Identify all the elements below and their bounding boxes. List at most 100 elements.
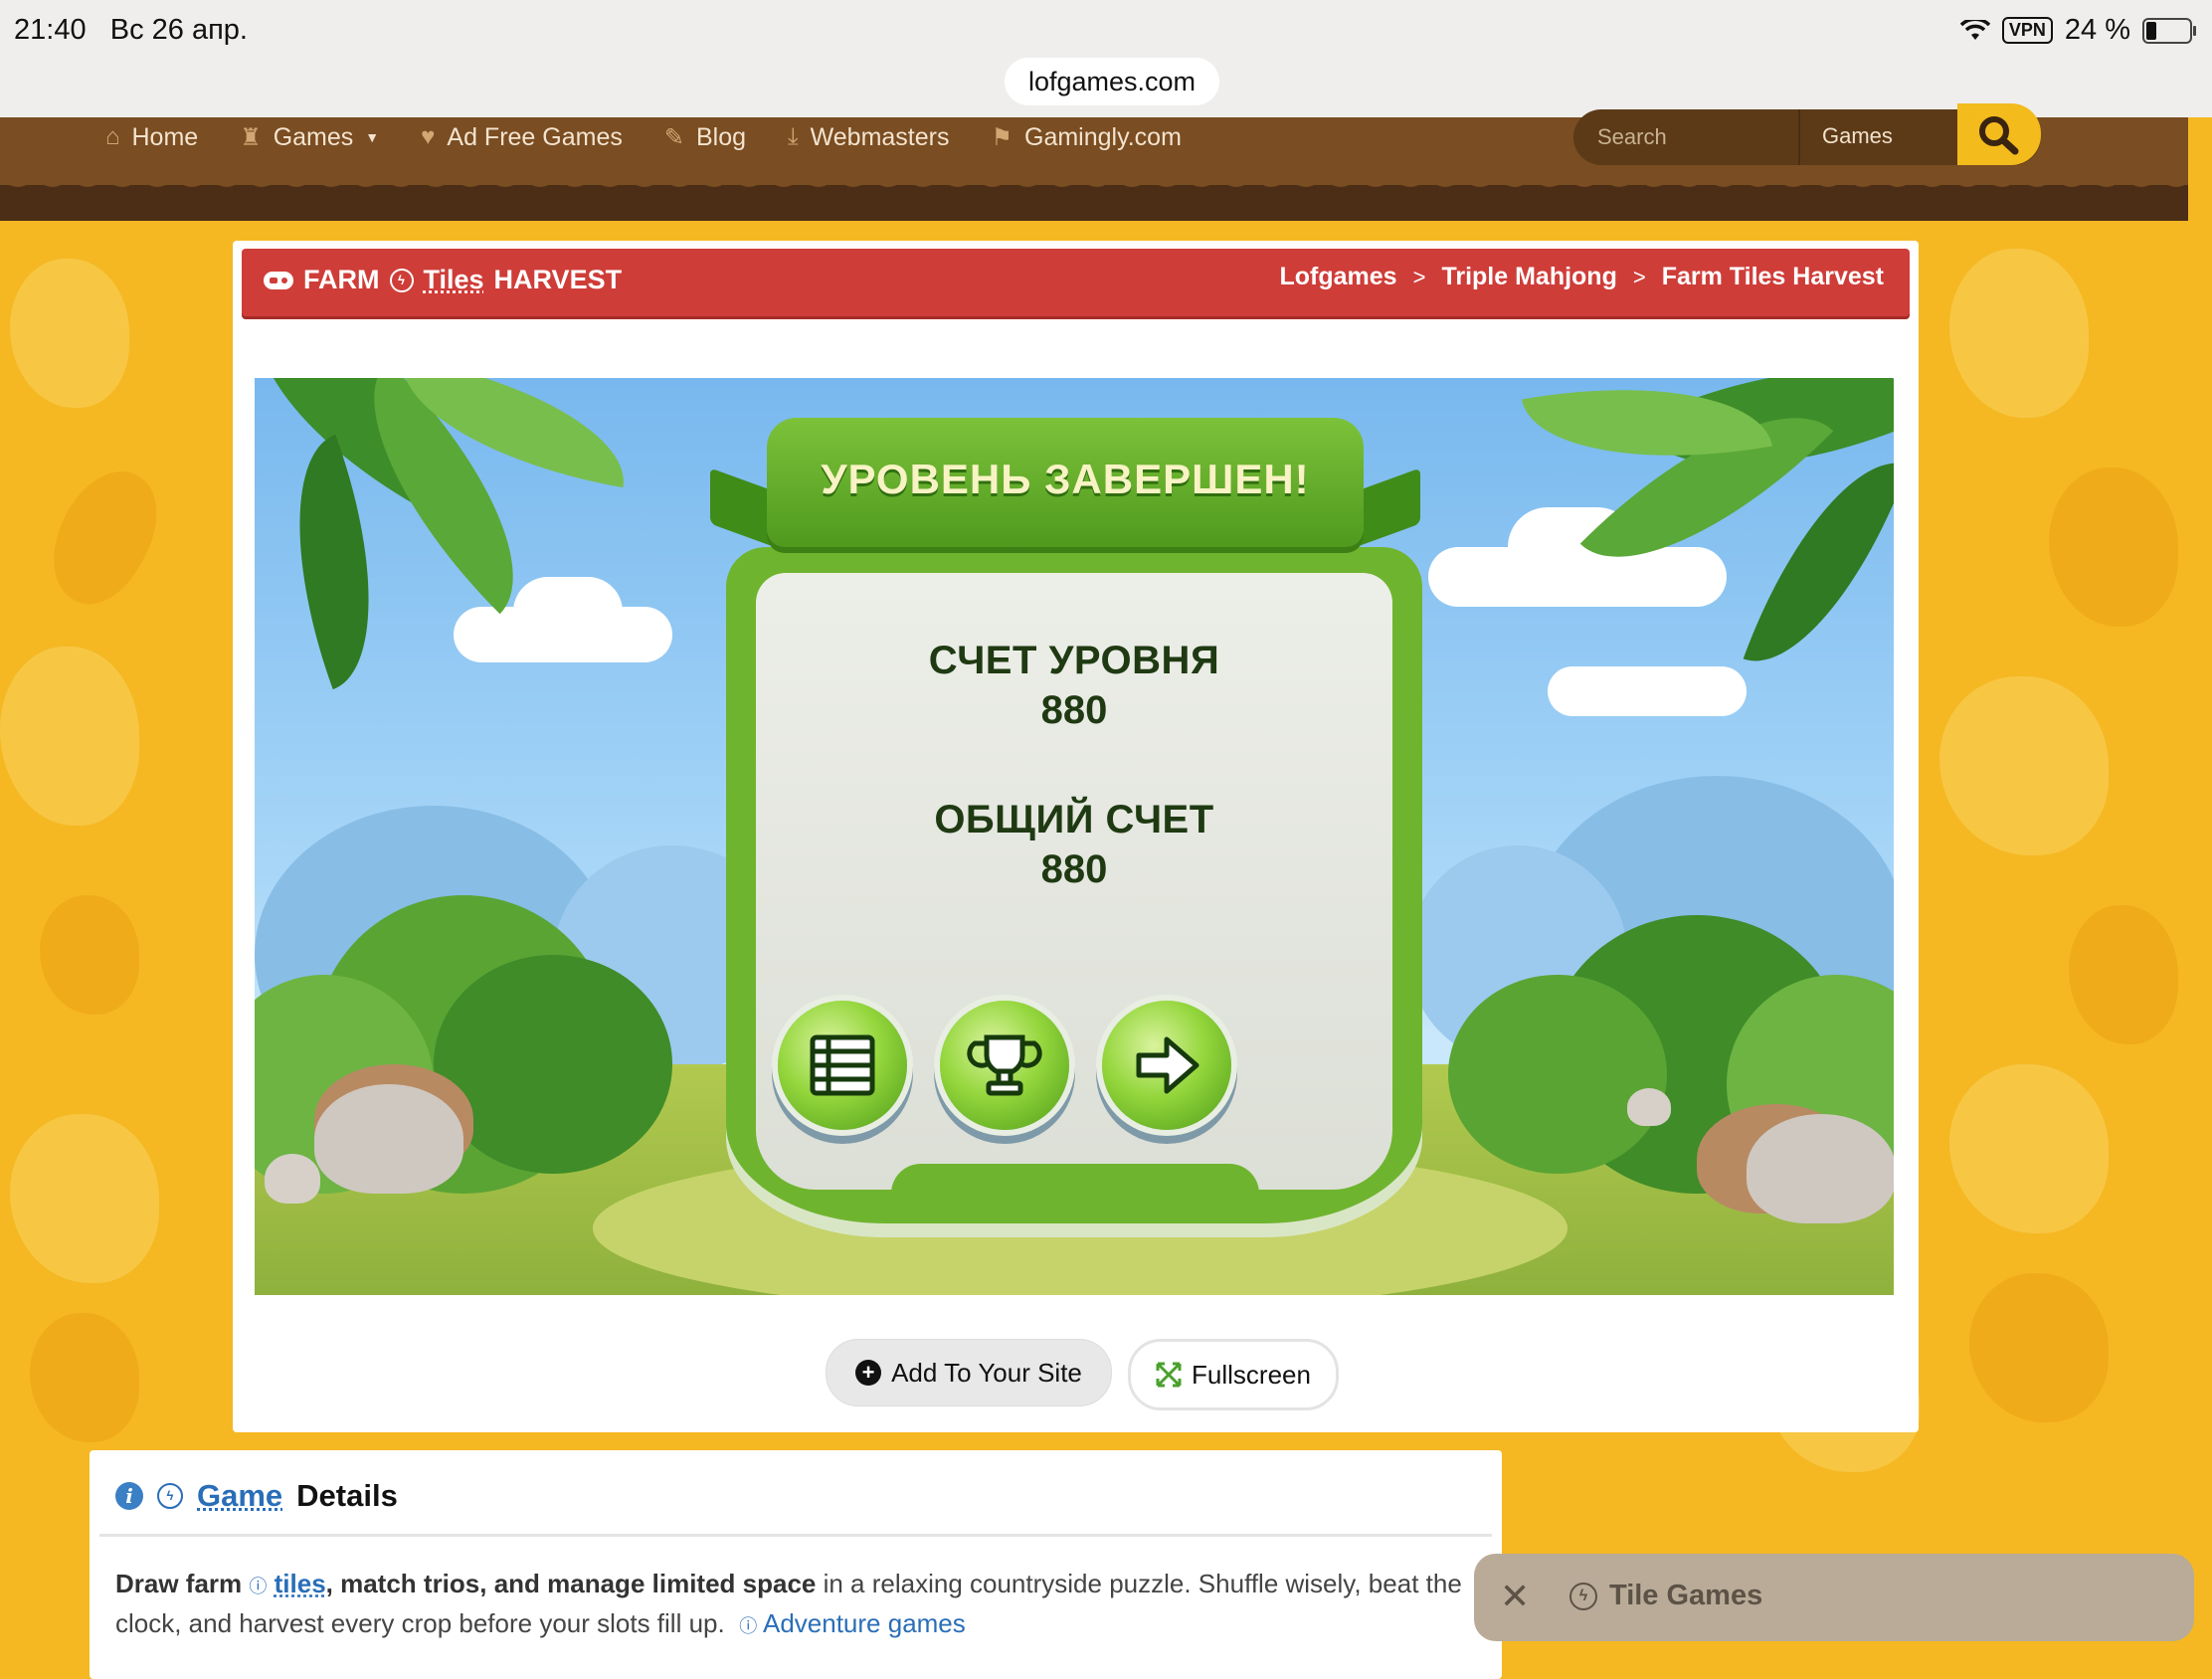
menu-icon (810, 1034, 875, 1096)
breadcrumb-triple-mahjong[interactable]: Triple Mahjong (1441, 263, 1616, 291)
scallop (209, 167, 245, 187)
scallop (2123, 167, 2159, 187)
nav-ad-free-games[interactable]: ♥ Ad Free Games (421, 123, 623, 152)
close-icon[interactable]: ✕ (1500, 1576, 1530, 1617)
scallop (1358, 167, 1393, 187)
menu-button[interactable] (778, 1001, 907, 1130)
tile-games-label: Tile Games (1609, 1580, 1763, 1611)
tile-games-toast: ✕ ϟ Tile Games (1474, 1554, 2194, 1641)
nav-menu: ⌂ Home ♜ Games ▼ ♥ Ad Free Games ✎ Blog … (105, 117, 1182, 157)
scallop (1984, 167, 2020, 187)
fullscreen-button[interactable]: Fullscreen (1128, 1339, 1339, 1410)
wifi-icon (1959, 19, 1990, 40)
leaderboard-button[interactable] (940, 1001, 1069, 1130)
next-level-button[interactable] (1102, 1001, 1231, 1130)
rock (1627, 1088, 1671, 1126)
scallop (174, 167, 210, 187)
total-score-label: ОБЩИЙ СЧЕТ (934, 798, 1214, 841)
scallop (766, 167, 802, 187)
scallop (487, 167, 523, 187)
scallop (1880, 167, 1916, 187)
scallop (278, 167, 314, 187)
divider (99, 1534, 1492, 1537)
bolt-icon: ϟ (389, 268, 414, 292)
game-link[interactable]: Game (197, 1478, 282, 1514)
scallop (35, 167, 71, 187)
status-indicators: VPN 24 % (1959, 14, 2196, 47)
scallop (1949, 167, 1985, 187)
nav-home-label: Home (131, 122, 199, 151)
add-to-site-button[interactable]: + Add To Your Site (826, 1339, 1112, 1406)
scallop (348, 167, 384, 187)
tile-games-link[interactable]: ϟ Tile Games (1569, 1580, 1762, 1612)
scallop (104, 167, 140, 187)
scallop (1323, 167, 1359, 187)
url-bar[interactable]: lofgames.com (1005, 58, 1219, 105)
bolt-icon: ⓘ (739, 1616, 758, 1636)
trophy-icon (967, 1034, 1042, 1096)
scallop (801, 167, 836, 187)
nav-gamingly[interactable]: ⚑ Gamingly.com (991, 123, 1181, 152)
adventure-games-link[interactable]: ⓘ Adventure games (739, 1608, 966, 1638)
bolt-icon: ϟ (1569, 1582, 1597, 1610)
scallop (870, 167, 906, 187)
scallop (627, 167, 662, 187)
download-icon: ⤓ (788, 123, 799, 150)
bolt-icon: ⓘ (249, 1577, 268, 1596)
scallop (661, 167, 697, 187)
bolt-icon: ϟ (157, 1483, 183, 1509)
scallop (2054, 167, 2090, 187)
search-category-select[interactable]: Games (1822, 123, 1893, 149)
nav-blog-label: Blog (695, 122, 747, 151)
bookmark-icon: ⚑ (991, 123, 1013, 151)
cloud (513, 577, 623, 647)
chevron-right-icon: > (1632, 264, 1646, 289)
scallop (313, 167, 349, 187)
scallop (1671, 167, 1707, 187)
dialog-notch (891, 1164, 1259, 1223)
info-icon: i (115, 1482, 143, 1510)
level-score-value: 880 (1040, 688, 1108, 732)
search-icon (1979, 116, 2019, 155)
scallop (2089, 167, 2124, 187)
tiles-link[interactable]: tiles (275, 1569, 326, 1598)
details-word: Details (296, 1478, 398, 1513)
nav-scallop-edge (0, 167, 2188, 193)
scallop (0, 167, 36, 187)
scallop (1253, 167, 1289, 187)
desc-bold-draw-farm: Draw farm (115, 1569, 243, 1598)
search-divider (1798, 109, 1800, 165)
scallop (1079, 167, 1115, 187)
game-canvas[interactable]: УРОВЕНЬ ЗАВЕРШЕН! СЧЕТ УРОВНЯ 880 ОБЩИЙ … (255, 378, 1894, 1295)
desc-bold-match: , match trios, and manage limited space (325, 1569, 817, 1598)
nav-blog[interactable]: ✎ Blog (664, 123, 746, 152)
breadcrumb-lofgames[interactable]: Lofgames (1280, 263, 1397, 291)
pencil-icon: ✎ (663, 123, 684, 151)
breadcrumb-current: Farm Tiles Harvest (1661, 263, 1884, 290)
vpn-badge: VPN (2001, 17, 2053, 44)
expand-icon (1156, 1362, 1182, 1388)
nav-home[interactable]: ⌂ Home (105, 123, 198, 152)
total-score-value: 880 (1040, 847, 1108, 891)
scallop (1149, 167, 1185, 187)
scallop (1636, 167, 1672, 187)
title-tiles-link[interactable]: Tiles (424, 265, 484, 295)
search-input[interactable] (1595, 121, 1818, 153)
title-harvest: HARVEST (493, 265, 623, 294)
search-button[interactable] (1957, 103, 2041, 165)
scallop (1427, 167, 1463, 187)
nav-webmasters[interactable]: ⤓ Webmasters (788, 123, 949, 152)
scallop (696, 167, 732, 187)
adventure-games-label: Adventure games (762, 1608, 966, 1638)
status-time-date: 21:40 Вс 26 апр. (14, 14, 248, 46)
nav-webmasters-label: Webmasters (810, 122, 950, 151)
nav-games[interactable]: ♜ Games ▼ (240, 123, 379, 152)
scallop (1392, 167, 1428, 187)
scallop (2019, 167, 2055, 187)
scallop (1741, 167, 1776, 187)
scallop (1218, 167, 1254, 187)
scallop (2158, 167, 2188, 187)
game-details-heading: i ϟ Game Details (115, 1478, 398, 1514)
scallop (418, 167, 454, 187)
chevron-right-icon: > (1412, 264, 1426, 289)
